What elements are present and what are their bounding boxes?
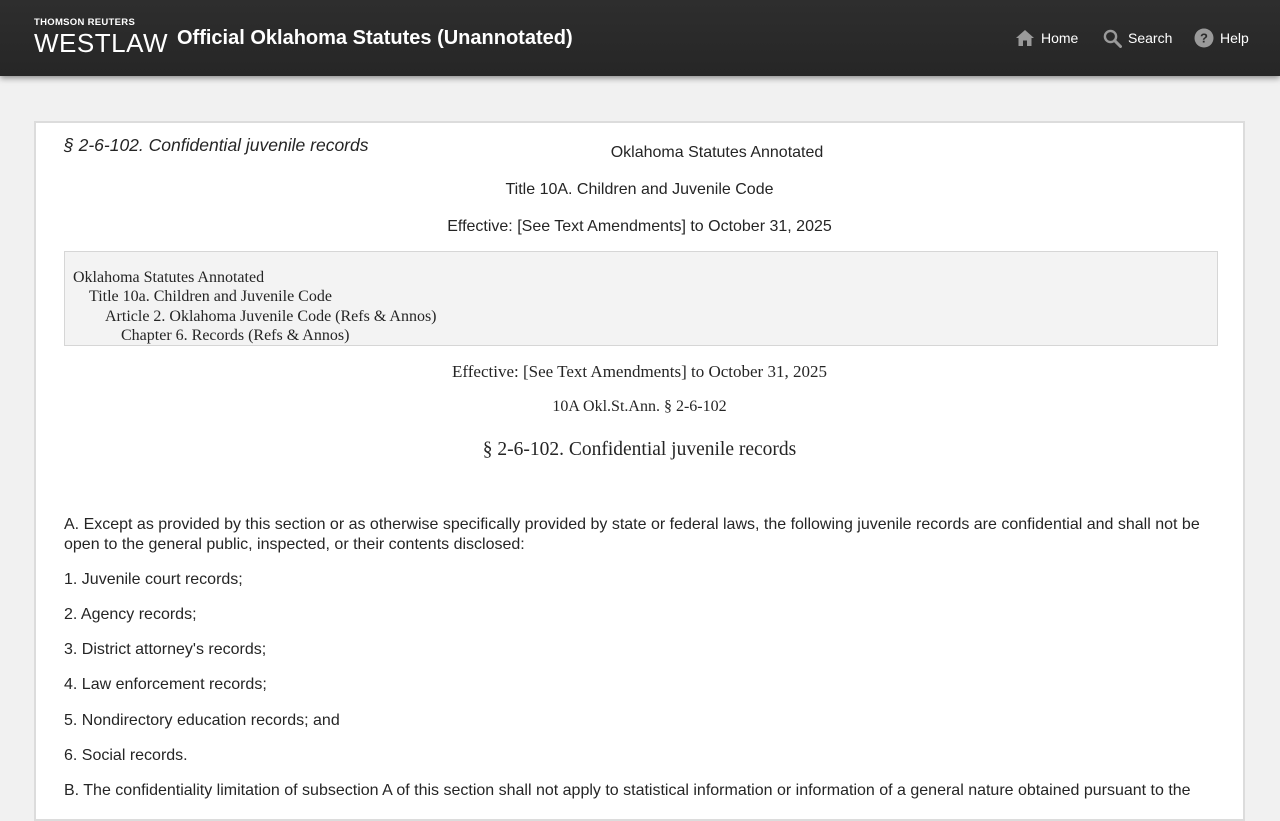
- toc-breadcrumb-box: Oklahoma Statutes Annotated Title 10a. C…: [64, 251, 1218, 346]
- list-item: 3. District attorney's records;: [64, 641, 267, 658]
- publication-name: Oklahoma Statutes Annotated: [610, 144, 824, 161]
- help-icon: ?: [1194, 28, 1214, 48]
- help-nav-label: Help: [1220, 30, 1249, 46]
- toc-level-2[interactable]: Title 10a. Children and Juvenile Code: [65, 287, 1217, 306]
- effective-line: Effective: [See Text Amendments] to Octo…: [447, 218, 832, 235]
- home-nav-label: Home: [1041, 30, 1079, 46]
- home-nav-button[interactable]: Home: [1015, 26, 1078, 50]
- section-title: § 2-6-102. Confidential juvenile records: [482, 439, 797, 460]
- list-item: 1. Juvenile court records;: [64, 571, 243, 588]
- list-item: 2. Agency records;: [64, 606, 197, 623]
- toc-level-1[interactable]: Oklahoma Statutes Annotated: [65, 268, 1217, 287]
- top-bar: THOMSON REUTERS WESTLAW Official Oklahom…: [0, 0, 1280, 76]
- app-title: Official Oklahoma Statutes (Unannotated): [177, 27, 573, 49]
- home-icon: [1016, 30, 1034, 46]
- toc-level-4[interactable]: Chapter 6. Records (Refs & Annos): [65, 326, 1217, 345]
- search-nav-button[interactable]: Search: [1103, 26, 1172, 50]
- citation: 10A Okl.St.Ann. § 2-6-102: [552, 398, 727, 415]
- westlaw-logo[interactable]: THOMSON REUTERS WESTLAW: [34, 17, 168, 58]
- list-item: 5. Nondirectory education records; and: [64, 712, 340, 729]
- effective-line-serif: Effective: [See Text Amendments] to Octo…: [452, 362, 827, 381]
- brand-product: WESTLAW: [34, 28, 168, 58]
- brand-company: THOMSON REUTERS: [34, 17, 136, 28]
- search-icon: [1103, 29, 1122, 48]
- document-panel: § 2-6-102. Confidential juvenile records…: [34, 121, 1245, 821]
- paragraph-a: A. Except as provided by this section or…: [64, 516, 1200, 553]
- search-nav-label: Search: [1128, 30, 1173, 46]
- paragraph-b: B. The confidentiality limitation of sub…: [64, 782, 1191, 799]
- toc-level-3[interactable]: Article 2. Oklahoma Juvenile Code (Refs …: [65, 307, 1217, 326]
- svg-text:?: ?: [1200, 31, 1208, 46]
- list-item: 4. Law enforcement records;: [64, 676, 267, 693]
- list-item: 6. Social records.: [64, 747, 188, 764]
- title-line: Title 10A. Children and Juvenile Code: [505, 181, 774, 198]
- help-nav-button[interactable]: ? Help: [1194, 26, 1249, 50]
